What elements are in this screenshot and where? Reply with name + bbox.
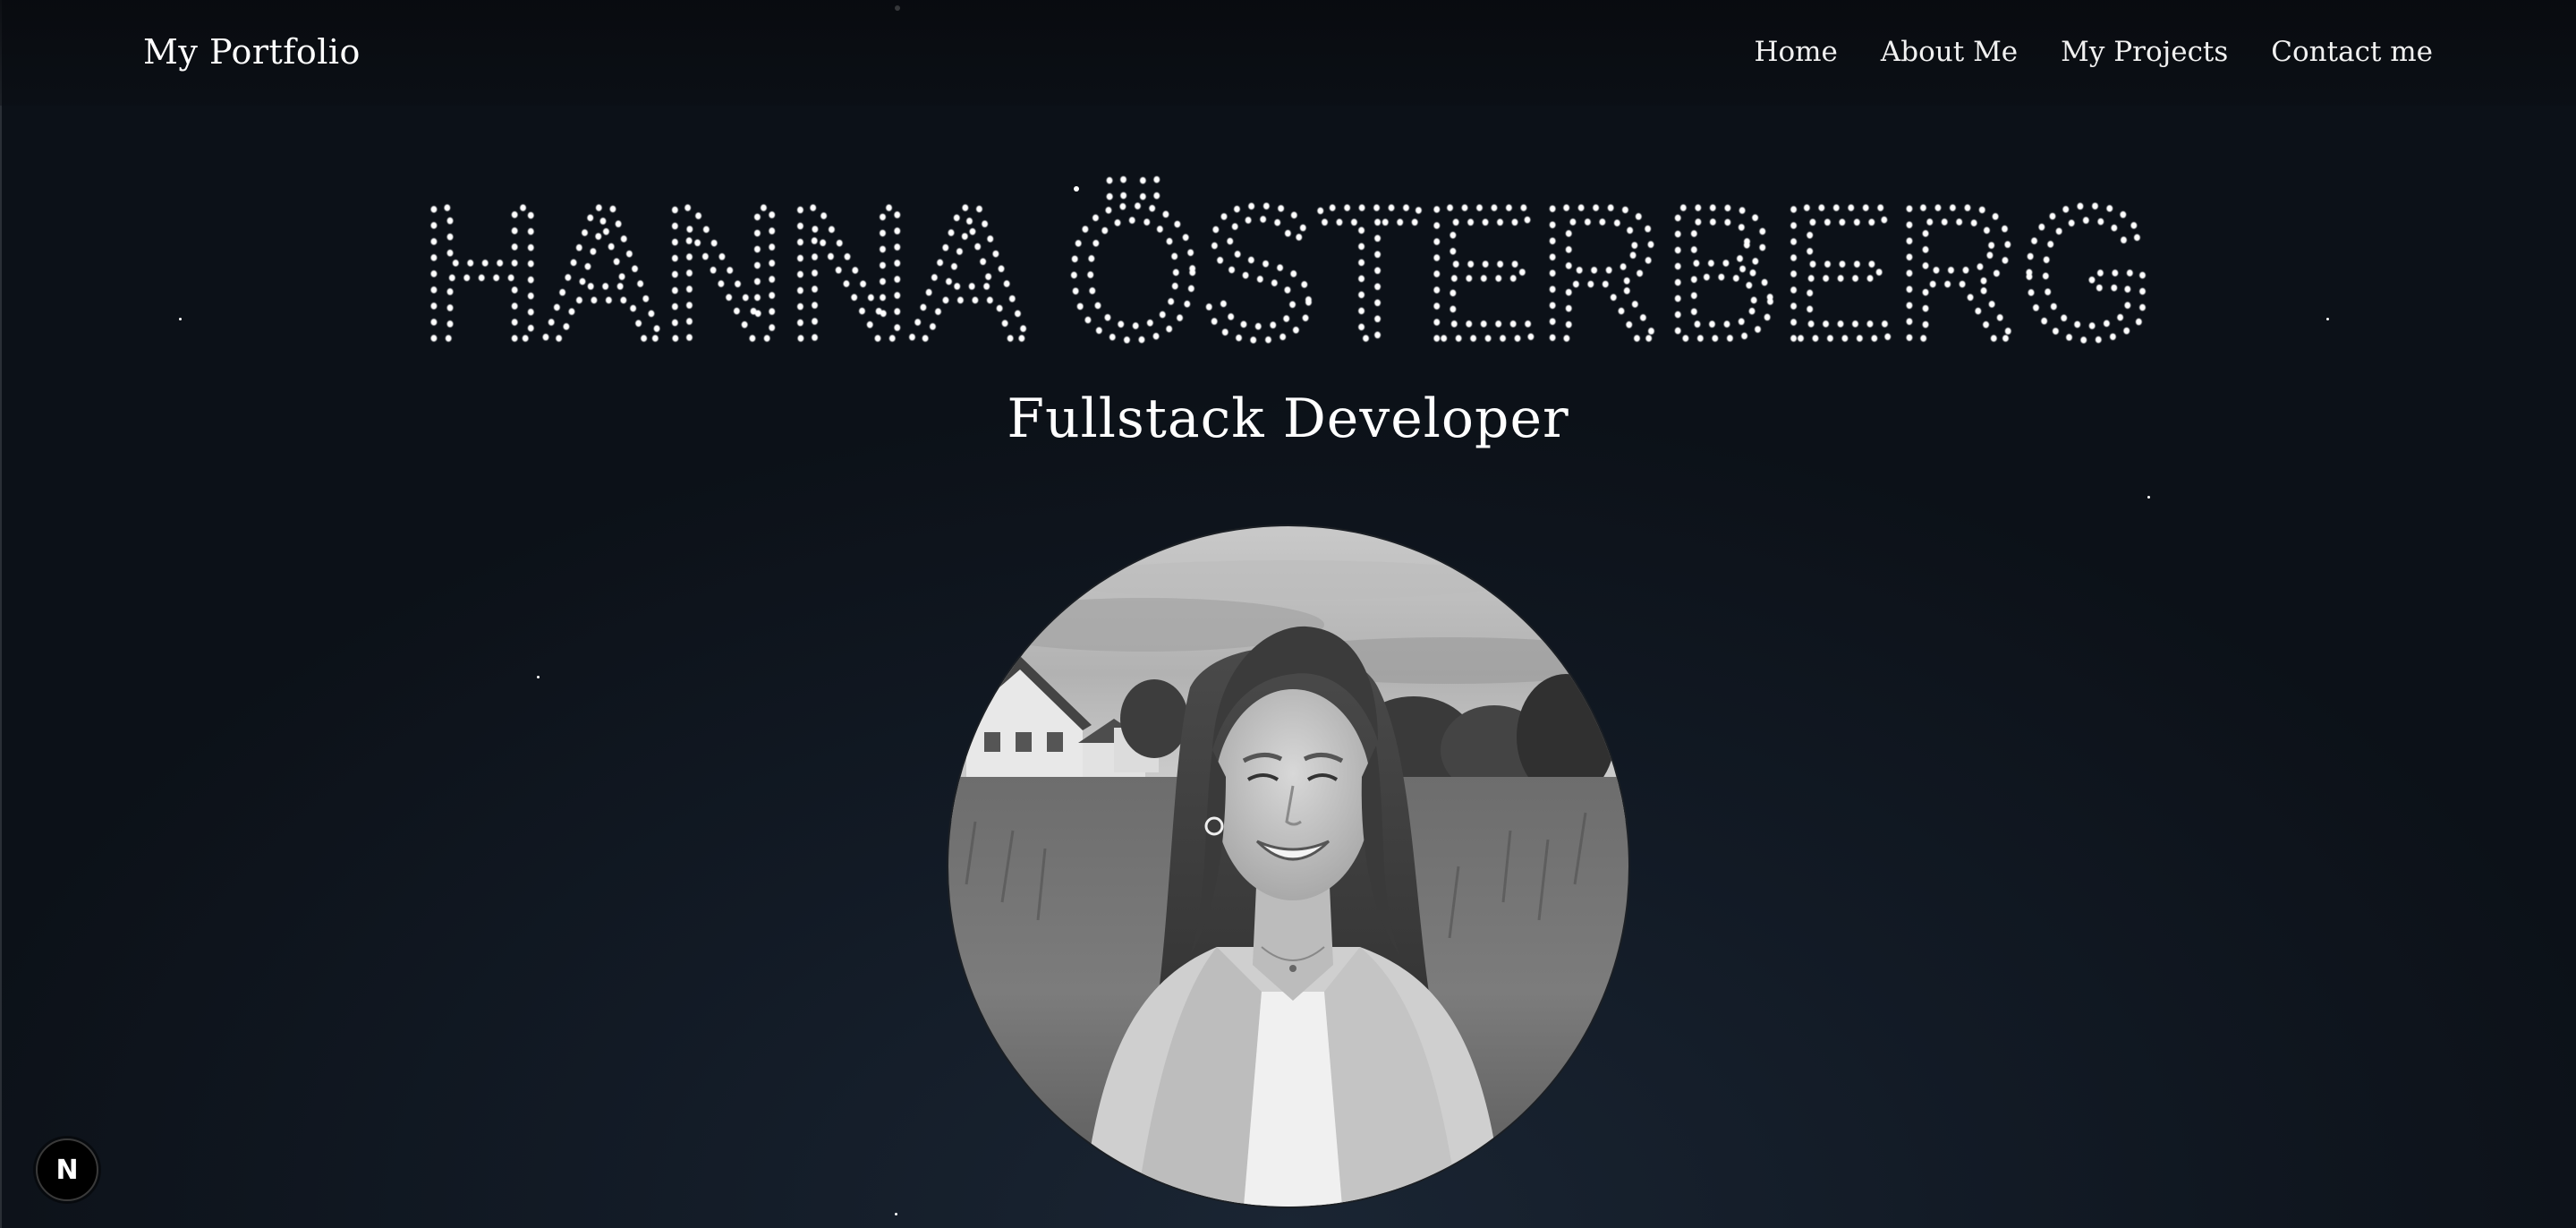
dev-tools-badge-letter: N	[55, 1154, 79, 1186]
site-header: My Portfolio Home About Me My Projects C…	[0, 0, 2576, 106]
profile-photo	[947, 524, 1630, 1208]
nav-link-about-me[interactable]: About Me	[1881, 27, 2018, 77]
nav-link-my-projects[interactable]: My Projects	[2061, 27, 2228, 77]
page: My Portfolio Home About Me My Projects C…	[0, 0, 2576, 1228]
hero-name: HANNA ÖSTERBERG	[416, 163, 2159, 365]
star	[537, 676, 540, 678]
nav-link-contact-me[interactable]: Contact me	[2271, 27, 2433, 77]
hero-subtitle: Fullstack Developer	[1007, 388, 1569, 450]
main-nav: Home About Me My Projects Contact me	[1754, 27, 2433, 77]
star	[895, 1213, 897, 1215]
star	[2147, 496, 2150, 499]
site-logo[interactable]: My Portfolio	[143, 27, 361, 77]
hero-name-text: HANNA ÖSTERBERG	[420, 166, 2155, 365]
profile-photo-illustration	[948, 526, 1628, 1207]
nav-link-home[interactable]: Home	[1754, 27, 1837, 77]
dev-tools-badge[interactable]: N	[36, 1138, 98, 1201]
